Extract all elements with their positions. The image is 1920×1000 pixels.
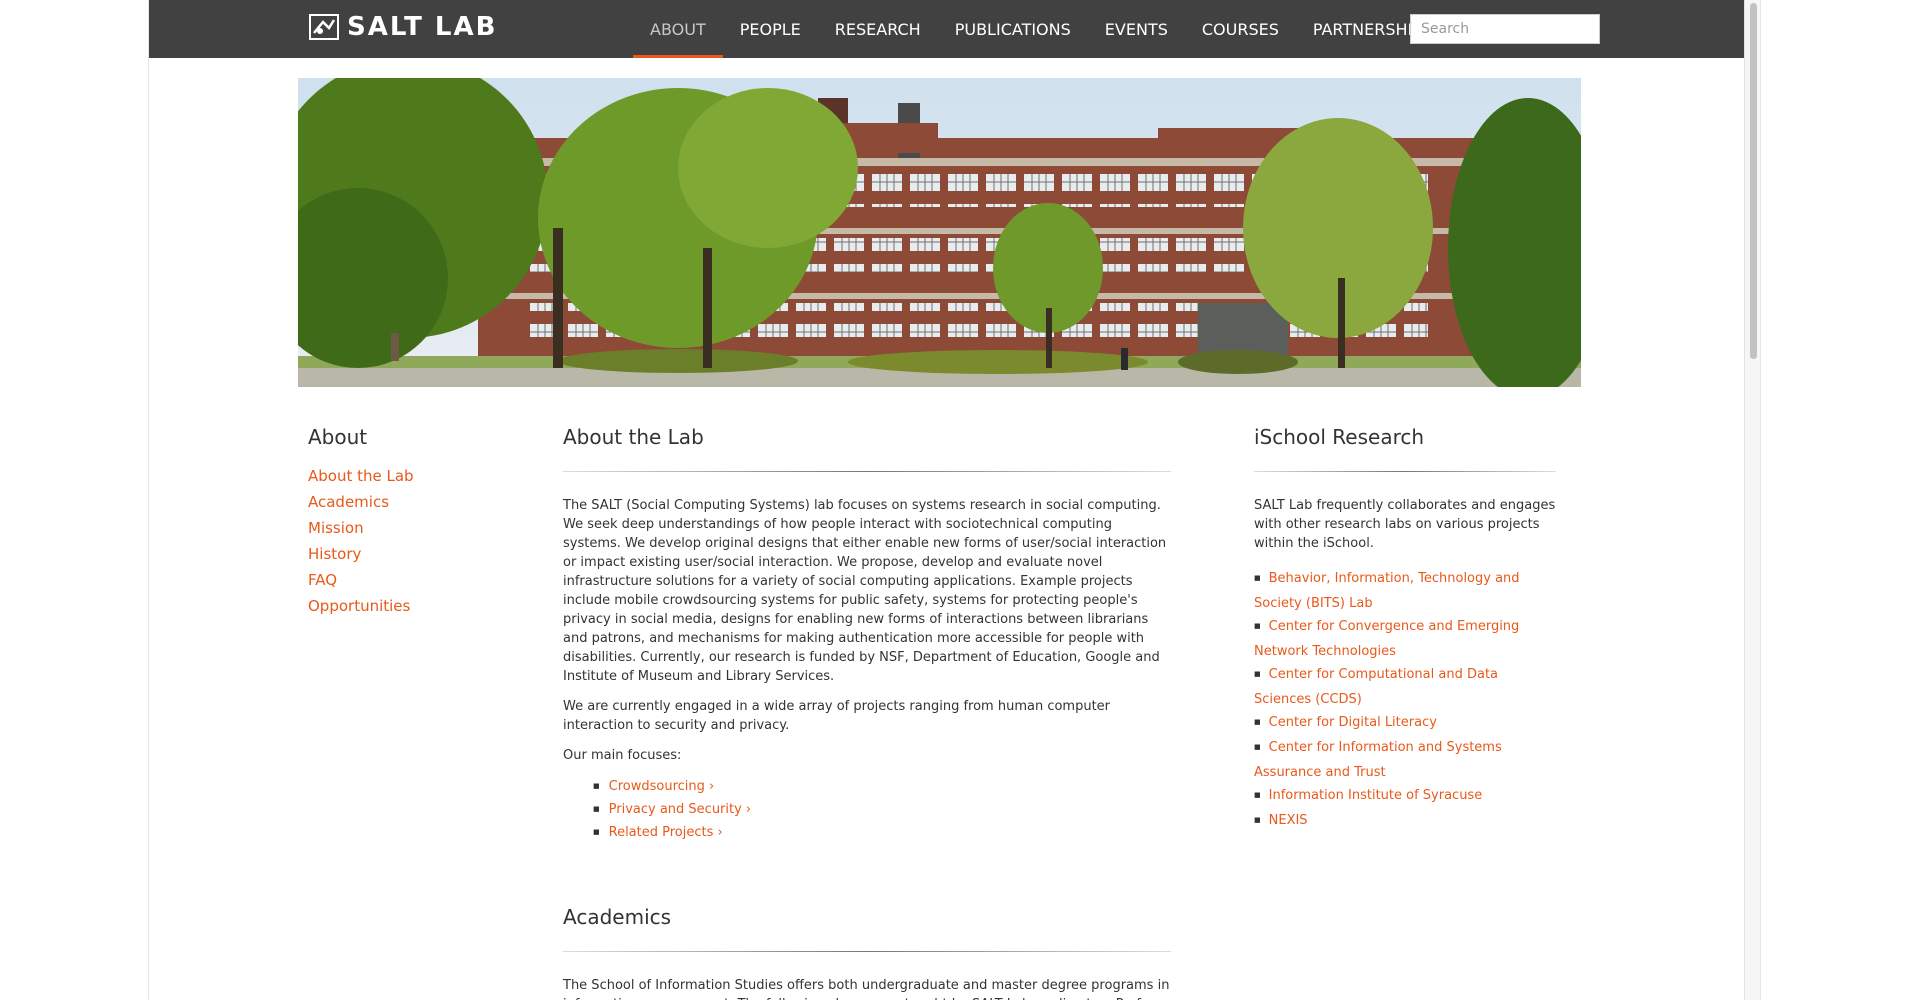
research-lab-link[interactable]: Center for Digital Literacy <box>1254 711 1556 736</box>
research-lab-link[interactable]: NEXIS <box>1254 809 1556 834</box>
sidebar-link-opportunities[interactable]: Opportunities <box>308 593 528 619</box>
ischool-research-heading: iSchool Research <box>1254 425 1425 449</box>
research-lab-link[interactable]: Information Institute of Syracuse <box>1254 784 1556 809</box>
main-nav: ABOUT PEOPLE RESEARCH PUBLICATIONS EVENTS COU… <box>633 0 1449 58</box>
nav-item-publications[interactable]: PUBLICATIONS <box>938 0 1088 58</box>
sidebar-links: About the Lab Academics Mission History FAQ O… <box>308 463 528 619</box>
scrollbar-thumb[interactable] <box>1750 3 1757 359</box>
academics-heading: Academics <box>563 905 672 929</box>
main-focuses-label: Our main focuses: <box>563 748 682 763</box>
academics-section: Academics The School of Information Stud… <box>563 905 1171 1000</box>
sidebar-link-about-the-lab[interactable]: About the Lab <box>308 463 528 489</box>
nav-item-research[interactable]: RESEARCH <box>818 0 938 58</box>
nav-item-courses[interactable]: COURSES <box>1185 0 1296 58</box>
main-content: About the Lab The SALT (Social Computing… <box>563 425 1171 1000</box>
sidebar-link-mission[interactable]: Mission <box>308 515 528 541</box>
page-right-border <box>1760 0 1761 1000</box>
sidebar-title: About <box>308 425 368 449</box>
hero-image <box>298 78 1581 387</box>
about-sidebar: About About the Lab Academics Mission Histo… <box>308 425 528 619</box>
campus-building-photo <box>298 78 1581 387</box>
vertical-scrollbar[interactable] <box>1744 0 1760 1000</box>
nav-item-people[interactable]: PEOPLE <box>723 0 818 58</box>
ischool-research-intro: SALT Lab frequently collaborates and eng… <box>1254 498 1556 551</box>
focus-link-privacy-and-security[interactable]: Privacy and Security › <box>593 799 1171 822</box>
top-navbar: SALT LAB ABOUT PEOPLE RESEARCH PUBLICATIONS… <box>149 0 1744 58</box>
logo-text: SALT LAB <box>347 12 498 42</box>
focus-link-related-projects[interactable]: Related Projects › <box>593 822 1171 845</box>
nav-item-about[interactable]: ABOUT <box>633 0 723 58</box>
sidebar-link-history[interactable]: History <box>308 541 528 567</box>
about-the-lab-heading: About the Lab <box>563 425 704 449</box>
site-logo[interactable]: SALT LAB <box>309 12 497 42</box>
logo-mark-icon <box>309 14 339 40</box>
section-divider <box>563 951 1171 952</box>
search-input[interactable] <box>1410 14 1600 44</box>
research-lab-link[interactable]: Behavior, Information, Technology and So… <box>1254 567 1556 615</box>
section-divider <box>1254 471 1556 472</box>
research-lab-link[interactable]: Center for Computational and Data Scienc… <box>1254 663 1556 711</box>
about-paragraph-2: We are currently engaged in a wide array… <box>563 699 1111 733</box>
research-lab-link[interactable]: Center for Convergence and Emerging Netw… <box>1254 615 1556 663</box>
nav-item-events[interactable]: EVENTS <box>1088 0 1185 58</box>
section-divider <box>563 471 1171 472</box>
focus-link-crowdsourcing[interactable]: Crowdsourcing › <box>593 776 1171 799</box>
research-lab-links: Behavior, Information, Technology and So… <box>1254 567 1556 834</box>
sidebar-link-academics[interactable]: Academics <box>308 489 528 515</box>
research-lab-link[interactable]: Center for Information and Systems Assur… <box>1254 736 1556 784</box>
academics-paragraph: The School of Information Studies offers… <box>563 978 1170 1000</box>
focus-links: Crowdsourcing ›Privacy and Security ›Rel… <box>563 776 1171 845</box>
site: SALT LAB ABOUT PEOPLE RESEARCH PUBLICATIONS… <box>149 0 1744 1000</box>
sidebar-link-faq[interactable]: FAQ <box>308 567 528 593</box>
ischool-research-panel: iSchool Research SALT Lab frequently col… <box>1254 425 1556 834</box>
about-paragraph-1: The SALT (Social Computing Systems) lab … <box>563 498 1167 684</box>
